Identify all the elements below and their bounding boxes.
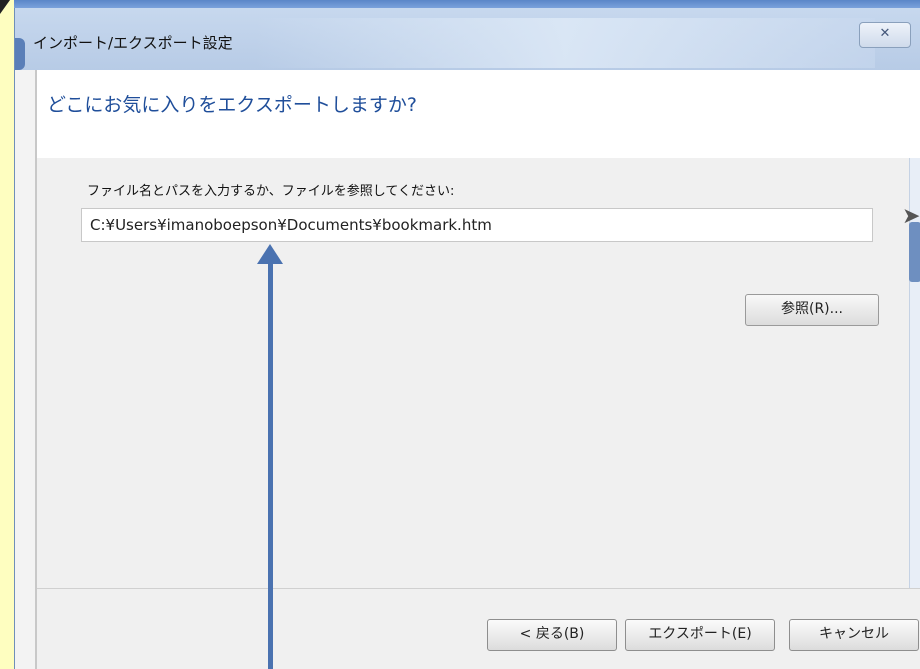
export-button[interactable]: エクスポート(E) xyxy=(625,619,775,651)
browse-button[interactable]: 参照(R)... xyxy=(745,294,879,326)
window-icon xyxy=(15,38,25,70)
wizard-footer: < 戻る(B) エクスポート(E) キャンセル xyxy=(37,589,920,669)
pointer-cursor-icon: ➤ xyxy=(902,204,920,229)
page-title: どこにお気に入りをエクスポートしますか? xyxy=(47,94,417,116)
background-scrollbar-thumb xyxy=(909,222,920,282)
import-export-dialog: インポート/エクスポート設定 ✕ どこにお気に入りをエクスポートしますか? ファ… xyxy=(14,8,920,669)
close-button[interactable]: ✕ xyxy=(859,22,911,48)
back-button[interactable]: < 戻る(B) xyxy=(487,619,617,651)
annotation-arrow-icon xyxy=(257,244,283,264)
mouse-cursor-icon xyxy=(0,0,10,14)
close-icon: ✕ xyxy=(879,26,891,41)
wizard-content: ファイル名とパスを入力するか、ファイルを参照してください: C:¥Users¥i… xyxy=(37,158,920,588)
title-bar: インポート/エクスポート設定 ✕ xyxy=(15,8,920,70)
path-prompt-label: ファイル名とパスを入力するか、ファイルを参照してください: xyxy=(87,184,455,199)
wizard-header: どこにお気に入りをエクスポートしますか? xyxy=(37,70,920,159)
file-path-input[interactable]: C:¥Users¥imanoboepson¥Documents¥bookmark… xyxy=(81,208,873,242)
cancel-button[interactable]: キャンセル xyxy=(789,619,919,651)
background-top-band xyxy=(0,0,920,8)
window-title: インポート/エクスポート設定 xyxy=(33,34,233,52)
title-bar-background xyxy=(255,18,875,68)
background-left-strip xyxy=(0,0,14,669)
annotation-arrow-shaft xyxy=(268,260,273,669)
